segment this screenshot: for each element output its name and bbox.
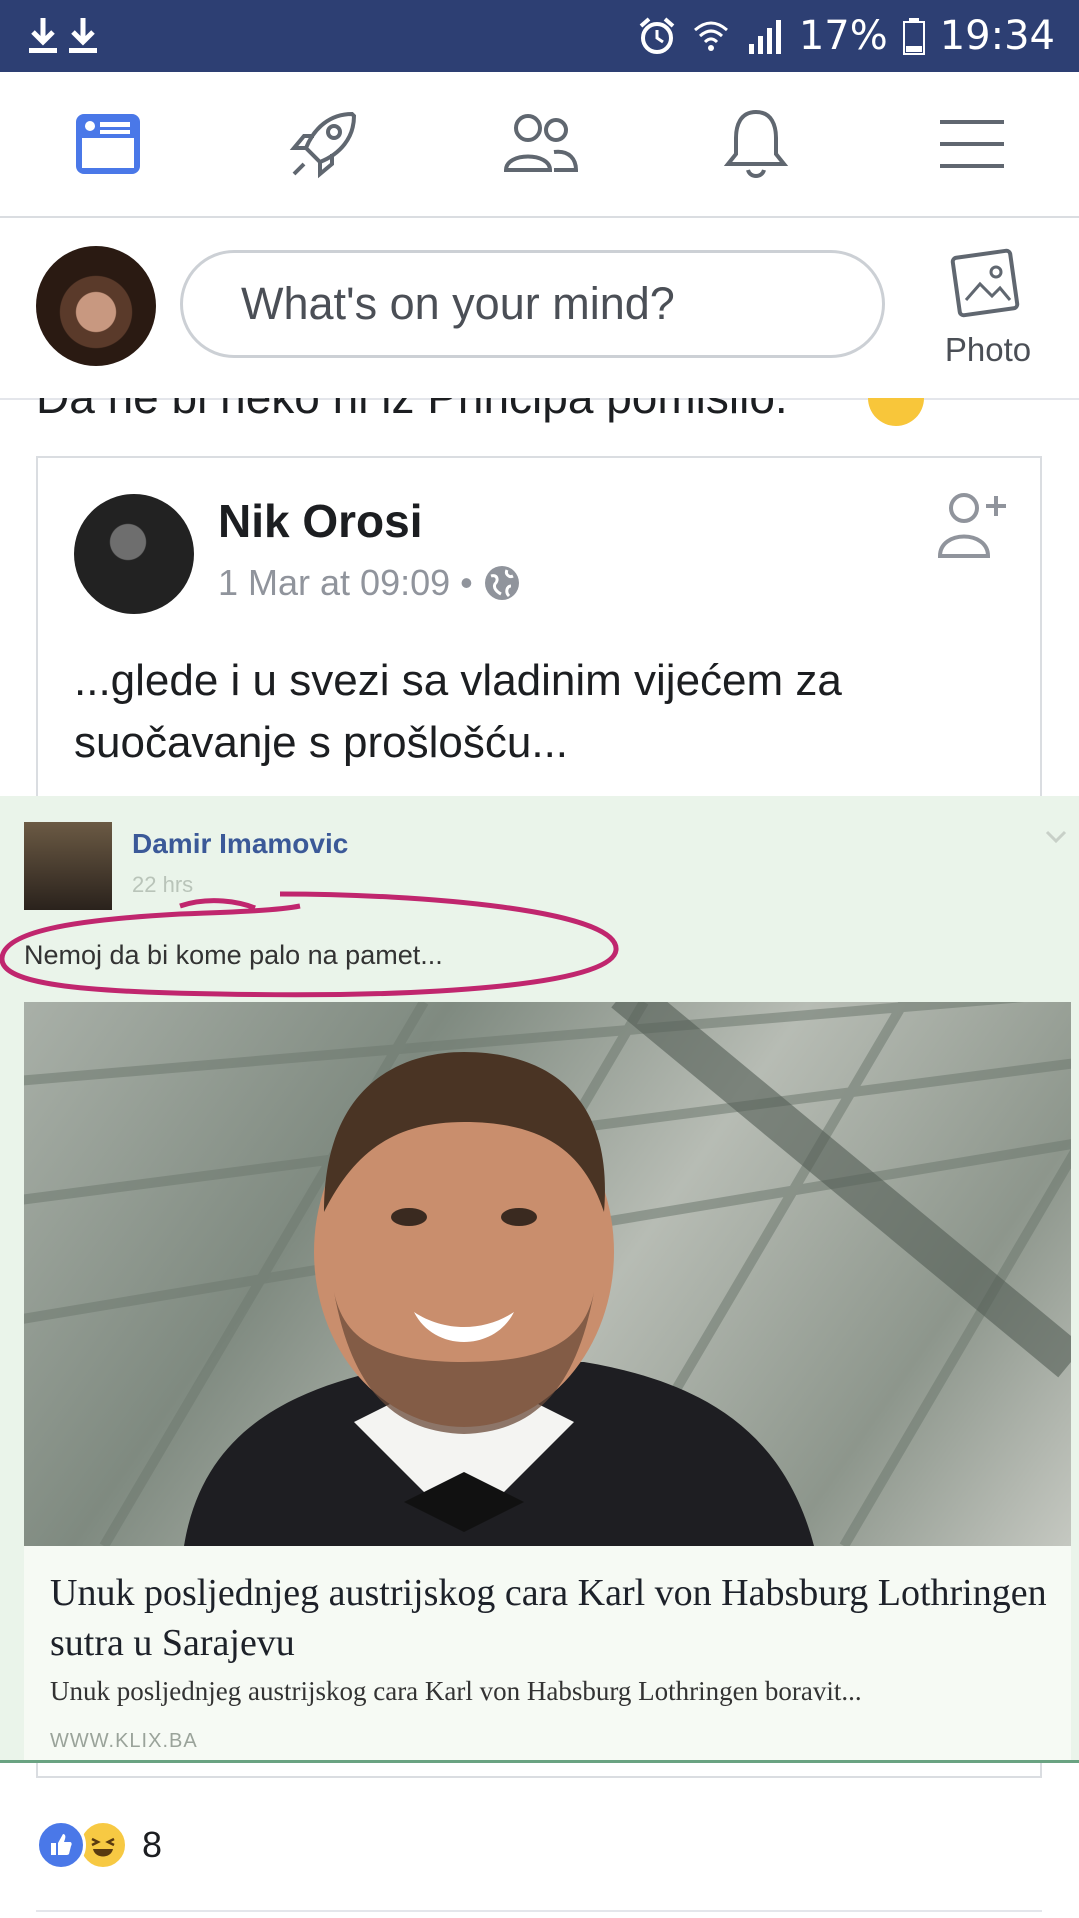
photo-label: Photo — [944, 331, 1032, 368]
wifi-icon — [693, 21, 728, 51]
clock: 19:34 — [939, 13, 1055, 59]
embedded-author-name: Damir Imamovic — [132, 828, 349, 859]
meta-separator: • — [460, 562, 473, 603]
status-bar: 17% 19:34 — [0, 0, 1079, 72]
post-timestamp[interactable]: 1 Mar at 09:09 — [218, 562, 450, 604]
smile-emoji-icon — [868, 398, 924, 426]
author-name[interactable]: Nik Orosi — [218, 494, 423, 548]
tab-friends[interactable] — [495, 102, 585, 186]
reactions-summary[interactable]: 8 — [36, 1820, 162, 1870]
tab-notifications[interactable] — [711, 102, 801, 186]
download-icon — [69, 18, 97, 53]
link-preview-image — [24, 1002, 1071, 1546]
reaction-count: 8 — [142, 1824, 163, 1865]
status-input[interactable]: What's on your mind? — [180, 250, 885, 358]
embedded-screenshot[interactable]: Damir Imamovic 22 hrs Nemoj da bi kome p… — [0, 796, 1079, 1763]
friends-icon — [503, 114, 579, 172]
news-feed-icon — [76, 114, 140, 174]
link-preview: Unuk posljednjeg austrijskog cara Karl v… — [24, 1546, 1071, 1760]
signal-icon — [748, 20, 781, 54]
tab-menu[interactable] — [927, 102, 1017, 186]
status-indicators: 17% 19:34 — [637, 0, 1055, 72]
tab-news-feed[interactable] — [63, 102, 153, 186]
battery-icon — [902, 18, 925, 55]
globe-icon — [484, 566, 519, 600]
thumbs-up-icon — [51, 1834, 72, 1855]
hamburger-menu-icon — [940, 120, 1004, 168]
battery-percent: 17% — [798, 13, 888, 59]
link-domain: WWW.KLIX.BA — [50, 1730, 198, 1752]
author-avatar[interactable] — [74, 494, 194, 614]
download-icon — [29, 18, 57, 53]
top-navigation — [0, 72, 1079, 218]
like-reaction-icon — [36, 1820, 86, 1870]
link-title: Unuk posljednjeg austrijskog cara Karl v… — [50, 1572, 1047, 1664]
previous-post-text: Da ne bi neko ni iz Principa pomislio. — [36, 398, 1036, 438]
link-description: Unuk posljednjeg austrijskog cara Karl v… — [50, 1676, 862, 1706]
post-meta: 1 Mar at 09:09 • — [218, 562, 521, 604]
post-text: ...glede i u svezi sa vladinim vijećem z… — [74, 656, 842, 767]
portrait-photo — [24, 1002, 1071, 1546]
photo-button[interactable]: Photo — [928, 244, 1048, 384]
photo-icon — [950, 248, 1020, 318]
status-composer: What's on your mind? Photo — [0, 218, 1079, 400]
alarm-icon — [639, 17, 675, 54]
tab-explore[interactable] — [279, 102, 369, 186]
laughing-face-icon — [91, 1837, 115, 1857]
circle-annotation — [0, 891, 619, 998]
chevron-down-icon — [1045, 830, 1067, 844]
bell-icon — [723, 109, 789, 178]
add-friend-icon[interactable] — [934, 486, 1014, 566]
previous-post-line: Da ne bi neko ni iz Principa pomislio. — [36, 398, 788, 424]
divider — [36, 1910, 1042, 1912]
avatar[interactable] — [36, 246, 156, 366]
rocket-icon — [289, 111, 357, 179]
